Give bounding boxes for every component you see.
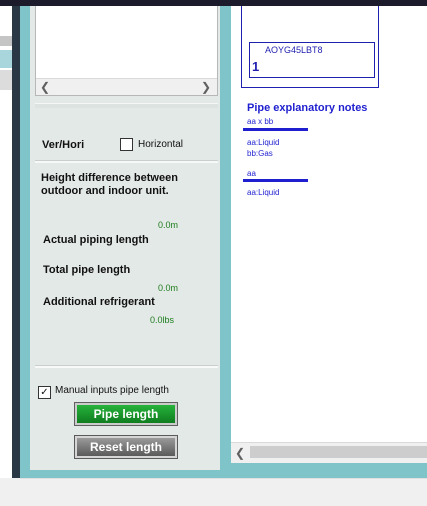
pipe-length-button[interactable]: Pipe length bbox=[74, 402, 178, 426]
height-difference-label: Height difference between outdoor and in… bbox=[41, 172, 178, 197]
background-bar-teal bbox=[0, 50, 12, 68]
ver-hori-label: Ver/Hori bbox=[42, 139, 85, 151]
divider bbox=[35, 103, 218, 108]
manual-inputs-label: Manual inputs pipe length bbox=[55, 385, 169, 396]
scrollbar-thumb[interactable] bbox=[250, 446, 427, 458]
additional-refrigerant-label: Additional refrigerant bbox=[43, 296, 155, 308]
ver-hori-row: Ver/Hori Horizontal bbox=[35, 130, 218, 160]
chevron-left-icon[interactable]: ❮ bbox=[235, 446, 245, 460]
unit-model-label: AOYG45LBT8 bbox=[265, 45, 323, 55]
pipe-line-sample bbox=[243, 128, 308, 131]
unit-number-label: 1 bbox=[252, 59, 260, 74]
note2-line1: aa:Liquid bbox=[247, 188, 280, 197]
height-difference-value: 0.0m bbox=[157, 220, 178, 230]
background-bar bbox=[0, 36, 12, 46]
total-pipe-length-label: Total pipe length bbox=[43, 264, 131, 276]
note2-header: aa bbox=[247, 169, 256, 178]
horizontal-scrollbar[interactable]: ❮ ❯ bbox=[36, 78, 217, 95]
reset-length-button[interactable]: Reset length bbox=[74, 435, 178, 459]
horizontal-label: Horizontal bbox=[138, 139, 184, 150]
pipe-notes-title: Pipe explanatory notes bbox=[247, 102, 368, 114]
chevron-right-icon[interactable]: ❯ bbox=[201, 80, 211, 94]
note1-header: aa x bb bbox=[247, 117, 274, 126]
divider bbox=[35, 365, 218, 368]
pipe-line-sample bbox=[243, 179, 308, 182]
manual-inputs-checkbox[interactable]: ✓ bbox=[38, 386, 51, 399]
note1-line1: aa:Liquid bbox=[247, 138, 280, 147]
additional-refrigerant-value: 0.0lbs bbox=[149, 315, 174, 325]
total-pipe-length-value: 0.0m bbox=[157, 283, 178, 293]
note1-line2: bb:Gas bbox=[247, 149, 273, 158]
divider bbox=[35, 160, 218, 163]
actual-piping-length-label: Actual piping length bbox=[43, 234, 149, 246]
window-border bbox=[12, 6, 20, 478]
background-bar bbox=[0, 70, 12, 90]
status-bar bbox=[20, 478, 427, 506]
chevron-left-icon[interactable]: ❮ bbox=[40, 80, 50, 94]
horizontal-checkbox[interactable] bbox=[120, 138, 133, 151]
checkmark-icon: ✓ bbox=[40, 387, 49, 398]
